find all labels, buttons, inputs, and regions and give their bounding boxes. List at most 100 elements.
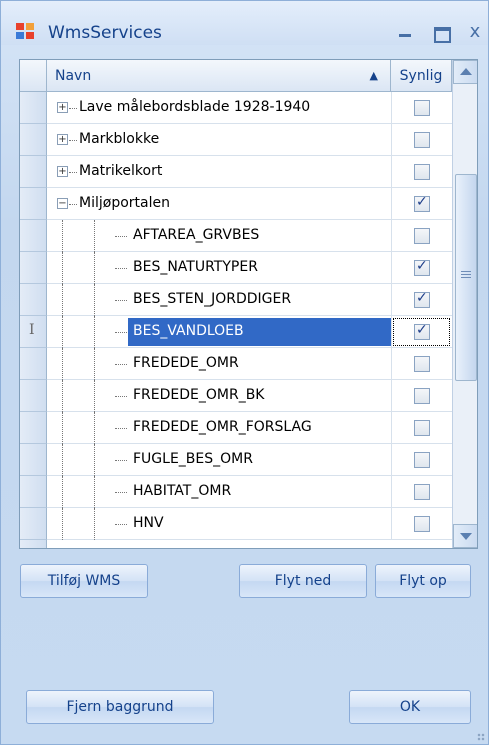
row-header[interactable]: I [20,316,47,348]
column-header-name[interactable]: Navn ▲ [47,60,391,92]
name-cell[interactable]: FREDEDE_OMR [47,348,391,380]
minimize-icon[interactable] [393,21,417,43]
visible-cell[interactable] [391,412,452,444]
column-header-visible[interactable]: Synlig [391,60,452,92]
visible-checkbox[interactable] [414,100,430,116]
name-cell[interactable]: BES_STEN_JORDDIGER [47,284,391,316]
name-cell[interactable]: AFTAREA_GRVBES [47,220,391,252]
visible-checkbox[interactable] [414,258,430,276]
name-cell[interactable]: FUGLE_BES_OMR [47,444,391,476]
tree-connector [62,316,63,348]
close-icon[interactable]: x [463,21,487,43]
visible-checkbox[interactable] [414,290,430,308]
name-cell[interactable]: + Lave målebordsblade 1928-1940 [47,92,391,124]
row-label: Miljøportalen [79,195,170,211]
row-header[interactable] [20,412,47,444]
move-down-button[interactable]: Flyt ned [239,564,367,598]
visible-cell[interactable] [391,124,452,156]
expand-icon[interactable]: + [57,134,68,145]
table-row[interactable]: FREDEDE_OMR_BK [20,380,452,412]
visible-cell[interactable] [391,284,452,316]
add-wms-button[interactable]: Tilføj WMS [20,564,148,598]
row-header[interactable] [20,284,47,316]
row-label: Markblokke [79,131,160,147]
visible-cell[interactable] [391,188,452,220]
visible-cell[interactable] [391,508,452,540]
name-cell[interactable]: HNV [47,508,391,540]
tree-connector [115,524,127,525]
visible-checkbox[interactable] [414,132,430,148]
name-cell[interactable]: FREDEDE_OMR_FORSLAG [47,412,391,444]
remove-background-button[interactable]: Fjern baggrund [26,690,214,724]
visible-checkbox[interactable] [414,322,430,340]
services-grid[interactable]: Navn ▲ Synlig + Lave målebordsblade 1928-… [19,59,478,549]
scroll-up-icon[interactable] [453,60,477,84]
table-row[interactable]: − Miljøportalen [20,188,452,220]
name-cell[interactable]: BES_VANDLOEB [47,316,392,348]
table-row[interactable]: + Matrikelkort [20,156,452,188]
visible-cell[interactable] [391,220,452,252]
visible-cell[interactable] [391,476,452,508]
table-row[interactable]: FREDEDE_OMR_FORSLAG [20,412,452,444]
name-cell[interactable]: − Miljøportalen [47,188,391,220]
visible-checkbox[interactable] [414,420,430,436]
row-header[interactable] [20,380,47,412]
row-header[interactable] [20,476,47,508]
row-header[interactable] [20,508,47,540]
row-header[interactable] [20,92,47,124]
table-row[interactable]: HNV [20,508,452,540]
row-header[interactable] [20,252,47,284]
table-row[interactable]: FREDEDE_OMR [20,348,452,380]
name-cell[interactable]: HABITAT_OMR [47,476,391,508]
visible-checkbox[interactable] [414,388,430,404]
expand-icon[interactable]: + [57,102,68,113]
visible-cell[interactable] [391,444,452,476]
visible-checkbox[interactable] [414,356,430,372]
visible-cell[interactable] [391,348,452,380]
tree-connector [115,268,127,269]
row-header[interactable] [20,220,47,252]
table-row[interactable]: AFTAREA_GRVBES [20,220,452,252]
visible-checkbox[interactable] [414,516,430,532]
row-header[interactable] [20,188,47,220]
visible-cell[interactable] [391,252,452,284]
move-up-button[interactable]: Flyt op [375,564,471,598]
collapse-icon[interactable]: − [57,198,68,209]
visible-checkbox[interactable] [414,452,430,468]
wms-services-window: WmsServices x Navn ▲ Synlig + Lave målebo… [0,0,489,745]
scroll-down-icon[interactable] [453,524,477,548]
table-row[interactable]: HABITAT_OMR [20,476,452,508]
tree-connector [115,300,127,301]
vertical-scrollbar[interactable] [452,60,477,548]
name-cell[interactable]: + Markblokke [47,124,391,156]
table-row[interactable]: + Markblokke [20,124,452,156]
visible-cell[interactable] [391,92,452,124]
table-row[interactable]: + Lave målebordsblade 1928-1940 [20,92,452,124]
text-cursor-icon: I [29,322,35,338]
table-row[interactable]: BES_NATURTYPER [20,252,452,284]
tree-connector [94,380,95,412]
expand-icon[interactable]: + [57,166,68,177]
visible-cell[interactable] [391,380,452,412]
maximize-icon[interactable] [429,21,453,43]
name-cell[interactable]: BES_NATURTYPER [47,252,391,284]
title-bar[interactable]: WmsServices x [1,1,488,45]
resize-grip-icon[interactable] [477,733,485,741]
visible-checkbox[interactable] [414,228,430,244]
table-row[interactable]: BES_STEN_JORDDIGER [20,284,452,316]
table-row[interactable]: FUGLE_BES_OMR [20,444,452,476]
name-cell[interactable]: + Matrikelkort [47,156,391,188]
scroll-thumb[interactable] [455,174,477,381]
visible-cell[interactable] [391,156,452,188]
visible-checkbox[interactable] [414,484,430,500]
row-header[interactable] [20,348,47,380]
row-header[interactable] [20,156,47,188]
row-header[interactable] [20,444,47,476]
table-row[interactable]: I BES_VANDLOEB [20,316,452,348]
visible-checkbox[interactable] [414,194,430,212]
name-cell[interactable]: FREDEDE_OMR_BK [47,380,391,412]
row-header[interactable] [20,124,47,156]
visible-checkbox[interactable] [414,164,430,180]
visible-cell[interactable] [391,316,452,348]
ok-button[interactable]: OK [349,690,471,724]
